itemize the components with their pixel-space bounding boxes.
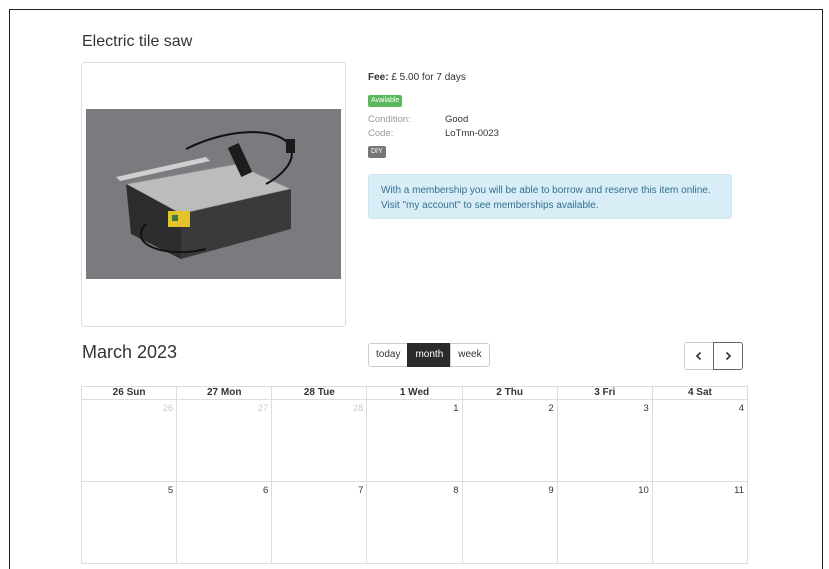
day-header: 28 Tue bbox=[271, 387, 366, 399]
calendar-day-cell[interactable]: 2 bbox=[461, 400, 557, 481]
fee-line: Fee: £ 5.00 for 7 days bbox=[368, 72, 466, 83]
item-title: Electric tile saw bbox=[82, 33, 193, 50]
calendar-day-cell[interactable]: 11 bbox=[651, 482, 747, 563]
condition-value: Good bbox=[445, 114, 469, 125]
code-label: Code: bbox=[368, 128, 394, 139]
day-header: 1 Wed bbox=[366, 387, 461, 399]
fee-label: Fee: bbox=[368, 72, 389, 83]
calendar-day-cell[interactable]: 9 bbox=[461, 482, 557, 563]
calendar-grid: 26 Sun 27 Mon 28 Tue 1 Wed 2 Thu 3 Fri 4… bbox=[81, 386, 748, 564]
calendar-day-cell[interactable]: 7 bbox=[271, 482, 366, 563]
calendar-header-row: 26 Sun 27 Mon 28 Tue 1 Wed 2 Thu 3 Fri 4… bbox=[81, 386, 748, 400]
calendar-week-row: 26 27 28 1 2 3 4 bbox=[81, 400, 748, 482]
condition-label: Condition: bbox=[368, 114, 411, 125]
calendar-week-row: 5 6 7 8 9 10 11 bbox=[81, 482, 748, 564]
next-month-button[interactable] bbox=[713, 342, 743, 370]
tile-saw-image bbox=[86, 109, 341, 279]
chevron-left-icon bbox=[695, 351, 702, 361]
month-view-button[interactable]: month bbox=[407, 343, 452, 367]
calendar-day-cell[interactable]: 5 bbox=[82, 482, 176, 563]
calendar-day-cell[interactable]: 3 bbox=[556, 400, 652, 481]
calendar-day-cell[interactable]: 10 bbox=[556, 482, 652, 563]
day-header: 2 Thu bbox=[461, 387, 557, 399]
calendar-day-cell[interactable]: 1 bbox=[366, 400, 461, 481]
day-header: 27 Mon bbox=[176, 387, 271, 399]
code-value: LoTmn-0023 bbox=[445, 128, 499, 139]
calendar-day-cell[interactable]: 26 bbox=[82, 400, 176, 481]
calendar-day-cell[interactable]: 27 bbox=[176, 400, 271, 481]
calendar-view-switcher: today month week bbox=[368, 343, 490, 367]
calendar-day-cell[interactable]: 6 bbox=[176, 482, 271, 563]
week-view-button[interactable]: week bbox=[450, 343, 490, 367]
prev-month-button[interactable] bbox=[684, 342, 714, 370]
status-badge: Available bbox=[368, 95, 403, 107]
calendar-nav bbox=[684, 342, 743, 370]
today-button[interactable]: today bbox=[368, 343, 409, 367]
item-photo[interactable] bbox=[86, 109, 341, 279]
membership-alert: With a membership you will be able to bo… bbox=[368, 174, 732, 219]
calendar-day-cell[interactable]: 4 bbox=[651, 400, 747, 481]
chevron-right-icon bbox=[725, 351, 732, 361]
fee-value: £ 5.00 for 7 days bbox=[388, 72, 466, 83]
item-photo-card bbox=[81, 62, 346, 327]
calendar-day-cell[interactable]: 8 bbox=[366, 482, 461, 563]
page-frame: Electric tile saw Fee: £ 5.00 for 7 days… bbox=[9, 9, 823, 569]
day-header: 3 Fri bbox=[556, 387, 652, 399]
calendar-title: March 2023 bbox=[82, 342, 178, 362]
calendar-day-cell[interactable]: 28 bbox=[271, 400, 366, 481]
category-badge: DIY bbox=[368, 146, 386, 158]
day-header: 4 Sat bbox=[651, 387, 747, 399]
day-header: 26 Sun bbox=[112, 387, 146, 398]
